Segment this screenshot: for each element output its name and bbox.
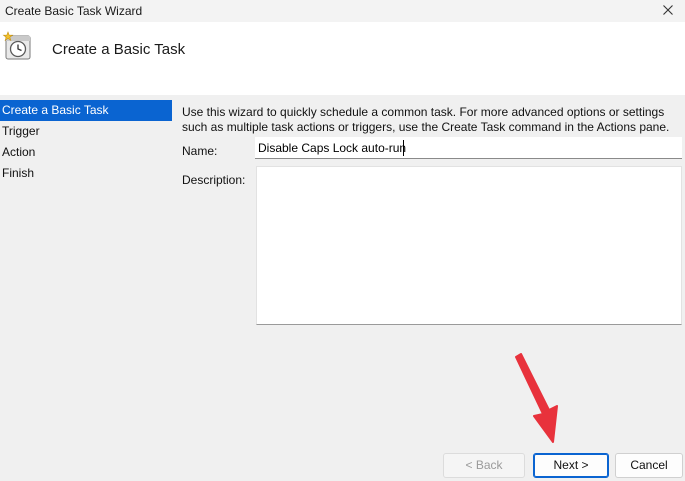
page-title: Create a Basic Task xyxy=(52,41,186,58)
wizard-steps: Create a Basic Task Trigger Action Finis… xyxy=(0,100,172,184)
description-textarea[interactable] xyxy=(256,166,682,325)
step-action: Action xyxy=(2,145,36,159)
wizard-intro-text: Use this wizard to quickly schedule a co… xyxy=(182,105,677,135)
text-caret xyxy=(403,140,404,156)
task-scheduler-clock-icon xyxy=(2,31,31,60)
step-trigger: Trigger xyxy=(2,124,40,138)
name-input[interactable] xyxy=(255,137,682,159)
description-label: Description: xyxy=(182,173,246,187)
close-icon xyxy=(663,5,673,15)
next-button[interactable]: Next > xyxy=(533,453,609,478)
intro-line-1: Use this wizard to quickly schedule a co… xyxy=(182,105,665,119)
close-button[interactable] xyxy=(651,0,685,22)
intro-line-2: such as multiple task actions or trigger… xyxy=(182,120,670,134)
window-title: Create Basic Task Wizard xyxy=(5,4,143,18)
step-finish: Finish xyxy=(2,166,35,180)
cancel-button[interactable]: Cancel xyxy=(615,453,683,478)
step-create-basic-task: Create a Basic Task xyxy=(0,100,172,121)
name-label: Name: xyxy=(182,144,218,158)
back-button[interactable]: < Back xyxy=(443,453,525,478)
annotation-arrow xyxy=(515,353,558,443)
title-bar: Create Basic Task Wizard xyxy=(0,0,685,22)
wizard-header: Create a Basic Task xyxy=(0,22,685,95)
